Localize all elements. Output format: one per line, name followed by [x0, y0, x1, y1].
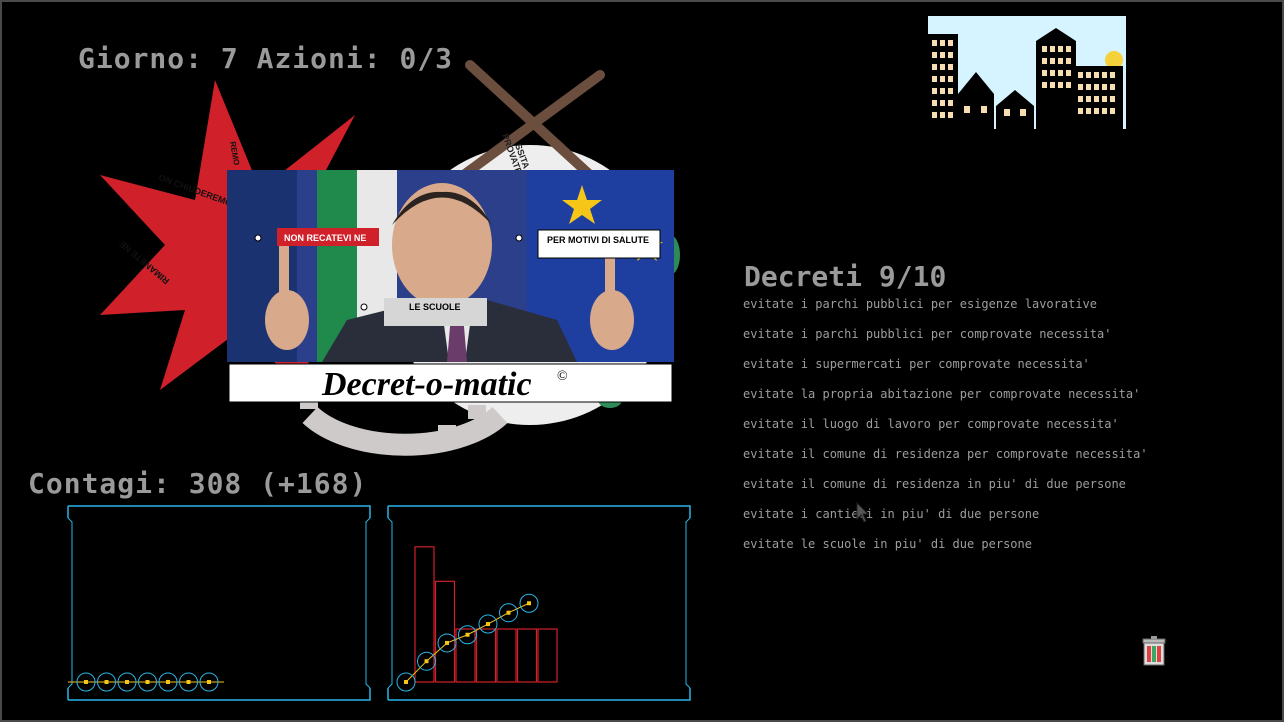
bar	[475, 628, 497, 683]
contagi-label: Contagi:	[28, 467, 171, 500]
data-point	[104, 680, 109, 684]
poster-title: Decret-o-matic	[321, 366, 532, 403]
frame-border	[387, 505, 691, 701]
decreto-item[interactable]: evitate le scuole in piu' di due persone	[743, 536, 1148, 566]
decreto-item[interactable]: evitate la propria abitazione per compro…	[743, 386, 1148, 416]
decreti-list: evitate i parchi pubblici per esigenze l…	[743, 296, 1148, 566]
frame-side	[67, 517, 371, 689]
city-skyline	[928, 16, 1126, 129]
marker-dot-1	[254, 234, 262, 242]
decreti-header: Decreti 9/10	[744, 260, 946, 293]
bar	[537, 628, 558, 683]
data-point	[166, 680, 170, 684]
bar	[496, 628, 517, 683]
chart-1-frame	[67, 505, 371, 701]
bar	[516, 628, 538, 683]
decret-o-matic-poster: NON RECATEVI NE PER MOTIVI DI SALUTE LE …	[227, 170, 674, 403]
data-point	[125, 680, 129, 684]
data-point	[207, 680, 211, 684]
data-point	[186, 680, 191, 684]
decreti-count: 9/10	[878, 260, 947, 293]
data-point	[404, 680, 408, 684]
bubble-non-recatevi-text: NON RECATEVI NE	[284, 233, 366, 243]
data-point	[424, 659, 429, 664]
bar	[434, 580, 456, 683]
chart-1	[68, 672, 224, 692]
left-finger	[279, 240, 289, 310]
data-point	[486, 622, 490, 627]
marker-dot-2	[515, 234, 523, 242]
decreto-item[interactable]: evitate i supermercati per comprovate ne…	[743, 356, 1148, 386]
data-point	[84, 680, 88, 684]
bubble-le-scuole-text: LE SCUOLE	[409, 302, 461, 312]
face	[392, 183, 492, 307]
decreto-item[interactable]: evitate i parchi pubblici per esigenze l…	[743, 296, 1148, 326]
data-point	[445, 640, 449, 645]
chart-2-frame	[387, 505, 691, 701]
contagi-delta: (+168)	[260, 467, 368, 500]
decreto-item[interactable]: evitate il luogo di lavoro per comprovat…	[743, 416, 1148, 446]
decreti-label: Decreti	[744, 260, 863, 293]
trash-can-icon[interactable]	[1142, 636, 1166, 666]
right-finger	[605, 250, 615, 315]
decreto-item[interactable]: evitate i cantieri in piu' di due person…	[743, 506, 1148, 536]
data-point	[527, 601, 531, 606]
contagi-counter: Contagi: 308 (+168)	[28, 467, 367, 500]
data-point	[506, 610, 511, 615]
day-value: 7	[220, 42, 239, 75]
mouse-pointer-icon	[856, 502, 870, 523]
data-point	[465, 632, 470, 637]
bubble-motivi-salute-text: PER MOTIVI DI SALUTE	[547, 235, 649, 245]
frame-border	[67, 505, 371, 701]
decreto-item[interactable]: evitate il comune di residenza in piu' d…	[743, 476, 1148, 506]
day-label: Giorno:	[78, 42, 204, 75]
chart-2	[396, 546, 558, 692]
data-point	[145, 680, 150, 684]
contagi-value: 308	[188, 467, 243, 500]
decreto-item[interactable]: evitate il comune di residenza per compr…	[743, 446, 1148, 476]
marker-dot-3	[360, 303, 368, 311]
frame-side	[387, 517, 691, 689]
copyright-mark: ©	[557, 369, 568, 384]
decreto-item[interactable]: evitate i parchi pubblici per comprovate…	[743, 326, 1148, 356]
